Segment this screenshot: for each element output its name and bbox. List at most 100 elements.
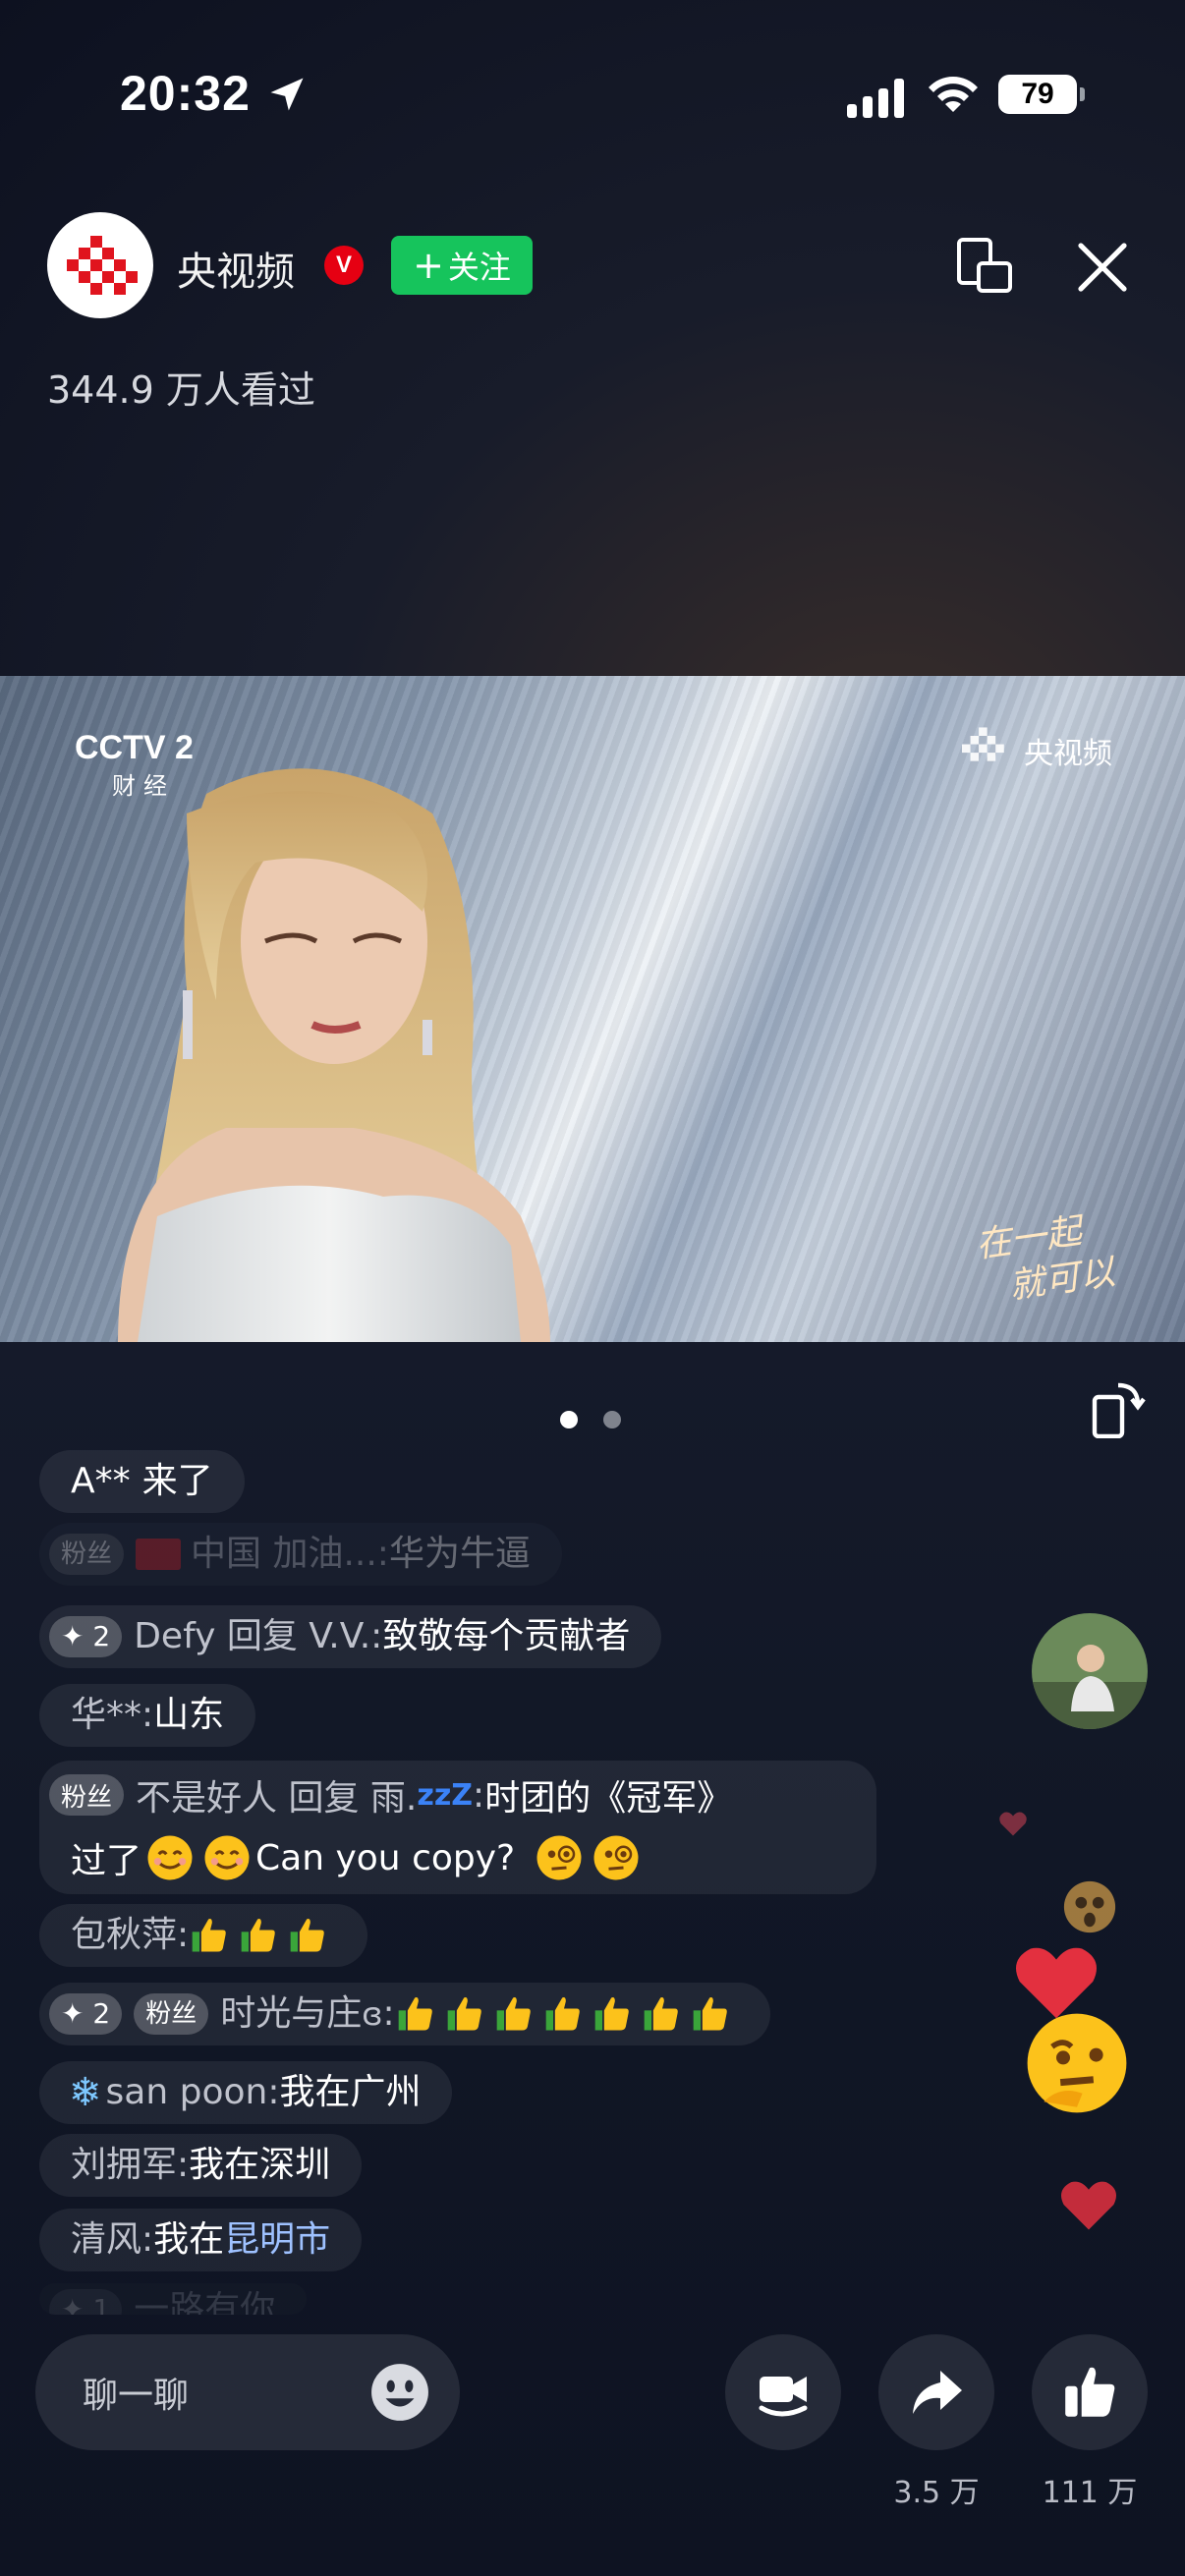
chat-text: Can you copy? xyxy=(255,1837,516,1878)
like-button[interactable] xyxy=(1032,2334,1148,2450)
cctv-logo-text: CCTV 2 xyxy=(75,729,194,766)
snowflake-icon: ❄ xyxy=(69,2070,102,2115)
chat-separator: : xyxy=(267,2072,280,2112)
monocle-emoji-icon xyxy=(536,1835,582,1880)
channel-name[interactable]: 央视频 xyxy=(177,240,295,297)
chat-message[interactable]: 粉丝 中国 加油... : 华为牛逼 xyxy=(39,1523,562,1586)
view-count: 344.9 万人看过 xyxy=(47,368,315,412)
level-badge: ✦ 2 xyxy=(49,1616,123,1657)
chat-text: 我在深圳 xyxy=(189,2145,331,2185)
chat-message[interactable]: ✦ 1 一路有你 xyxy=(39,2283,307,2315)
video-player[interactable]: CCTV 2 财经 央视频 在一起 就可以 xyxy=(0,676,1185,1342)
thumbs-up-emoji-icon xyxy=(398,1997,432,2031)
watermark-logo-icon xyxy=(962,727,1004,761)
thumbs-up-emoji-icon xyxy=(594,1997,629,2031)
watermark-text: 央视频 xyxy=(1024,737,1112,771)
level-badge: ✦ 1 xyxy=(49,2289,123,2315)
singer-figure xyxy=(118,768,550,1342)
chat-separator: : xyxy=(382,1993,395,2034)
chat-text: 我在 xyxy=(153,2219,225,2260)
chat-message[interactable]: A** 来了 xyxy=(39,1450,245,1513)
thumbs-up-emoji-icon xyxy=(644,1997,678,2031)
chat-separator: : xyxy=(177,1915,190,1955)
chat-message[interactable]: 华** : 山东 xyxy=(39,1684,256,1747)
surprised-emoji-icon xyxy=(1063,1880,1116,1933)
chat-text: 山东 xyxy=(153,1695,225,1735)
thumbs-up-emoji-icon xyxy=(496,1997,531,2031)
camera-icon xyxy=(759,2377,808,2417)
thumbs-up-emoji-icon xyxy=(192,1919,226,1952)
channel-subtitle: 财经 xyxy=(112,772,175,800)
chat-user: 中国 加油... xyxy=(191,1534,377,1574)
wifi-icon xyxy=(929,77,978,112)
cctv-video-logo-icon xyxy=(67,236,138,295)
chat-message[interactable]: 清风 : 我在 昆明市 xyxy=(39,2209,363,2271)
page-dot-active[interactable] xyxy=(560,1411,578,1428)
signal-icon xyxy=(847,79,904,118)
level-number: 1 xyxy=(92,2293,111,2315)
chat-user: 刘拥军 xyxy=(71,2145,178,2185)
flag-icon xyxy=(136,1539,182,1570)
chat-user: 华** xyxy=(71,1695,142,1735)
heart-icon xyxy=(999,1812,1027,1836)
fans-badge: 粉丝 xyxy=(49,1774,125,1816)
chat-message[interactable]: ✦ 2 粉丝 时光与庄 ɞ : xyxy=(39,1983,770,2045)
sleep-zzz-icon: zzZ xyxy=(417,1777,474,1813)
viewer-avatar[interactable] xyxy=(1032,1613,1148,1729)
location-arrow-icon xyxy=(270,78,304,111)
monocle-emoji-icon xyxy=(593,1835,639,1880)
chat-user: Defy 回复 V.V. xyxy=(134,1616,371,1656)
thinking-emoji-icon xyxy=(1027,2013,1127,2113)
chat-user: 不是好人 回复 雨. xyxy=(136,1778,418,1819)
location-link[interactable]: 昆明市 xyxy=(224,2209,330,2271)
share-icon xyxy=(913,2371,962,2414)
chat-message[interactable]: 粉丝 不是好人 回复 雨. zzZ : 时团的《冠军》 过了 Can you c… xyxy=(39,1761,876,1894)
heart-icon xyxy=(1061,2181,1116,2230)
thumbs-up-emoji-icon xyxy=(545,1997,580,2031)
chat-user: san poon xyxy=(105,2072,268,2112)
emoji-icon[interactable] xyxy=(369,2362,430,2423)
fans-badge: 粉丝 xyxy=(49,1534,125,1575)
chat-text: 时团的《冠军》 xyxy=(484,1778,733,1819)
share-button[interactable] xyxy=(878,2334,994,2450)
chat-user: A** xyxy=(71,1461,131,1501)
chat-user: 时光与庄 xyxy=(220,1993,363,2034)
level-number: 2 xyxy=(92,1620,111,1652)
level-number: 2 xyxy=(92,1997,111,2030)
chat-separator: : xyxy=(473,1774,485,1816)
chat-text: 我在广州 xyxy=(279,2072,422,2112)
rotate-screen-icon[interactable] xyxy=(1091,1379,1146,1438)
plus-icon: + xyxy=(413,244,444,287)
chat-message[interactable]: 刘拥军 : 我在深圳 xyxy=(39,2134,363,2197)
chat-separator: : xyxy=(141,2219,154,2260)
like-icon xyxy=(1065,2367,1115,2417)
fans-badge: 粉丝 xyxy=(134,1993,209,2035)
chat-text: 来了 xyxy=(141,1461,213,1501)
like-count: 111 万 xyxy=(1042,2476,1138,2510)
pip-icon[interactable] xyxy=(955,236,1014,295)
channel-avatar[interactable] xyxy=(47,212,153,318)
chat-message[interactable]: 包秋萍 : xyxy=(39,1904,368,1967)
thumbs-up-emoji-icon xyxy=(241,1919,275,1952)
thumbs-up-emoji-icon xyxy=(290,1919,324,1952)
share-count: 3.5 万 xyxy=(893,2476,980,2510)
page-dot[interactable] xyxy=(603,1411,621,1428)
battery-indicator: 79 xyxy=(998,75,1085,114)
smile-emoji-icon xyxy=(204,1835,250,1880)
level-badge: ✦ 2 xyxy=(49,1993,123,2035)
follow-button[interactable]: + 关注 xyxy=(391,236,533,295)
thumbs-up-emoji-icon xyxy=(447,1997,481,2031)
chat-text: 致敬每个贡献者 xyxy=(382,1616,631,1656)
status-time: 20:32 xyxy=(120,66,251,121)
camera-button[interactable] xyxy=(725,2334,841,2450)
chat-user: 清风 xyxy=(71,2219,142,2260)
chat-message[interactable]: ✦ 2 Defy 回复 V.V. : 致敬每个贡献者 xyxy=(39,1605,662,1668)
overlay-caption: 在一起 就可以 xyxy=(973,1205,1118,1314)
thumbs-up-emoji-icon xyxy=(693,1997,727,2031)
close-icon[interactable] xyxy=(1075,240,1130,295)
chat-separator: : xyxy=(177,2145,190,2185)
verified-badge: V xyxy=(324,246,364,285)
smile-emoji-icon xyxy=(147,1835,193,1880)
chat-message[interactable]: ❄ san poon : 我在广州 xyxy=(39,2061,453,2124)
chat-separator: : xyxy=(376,1534,389,1574)
